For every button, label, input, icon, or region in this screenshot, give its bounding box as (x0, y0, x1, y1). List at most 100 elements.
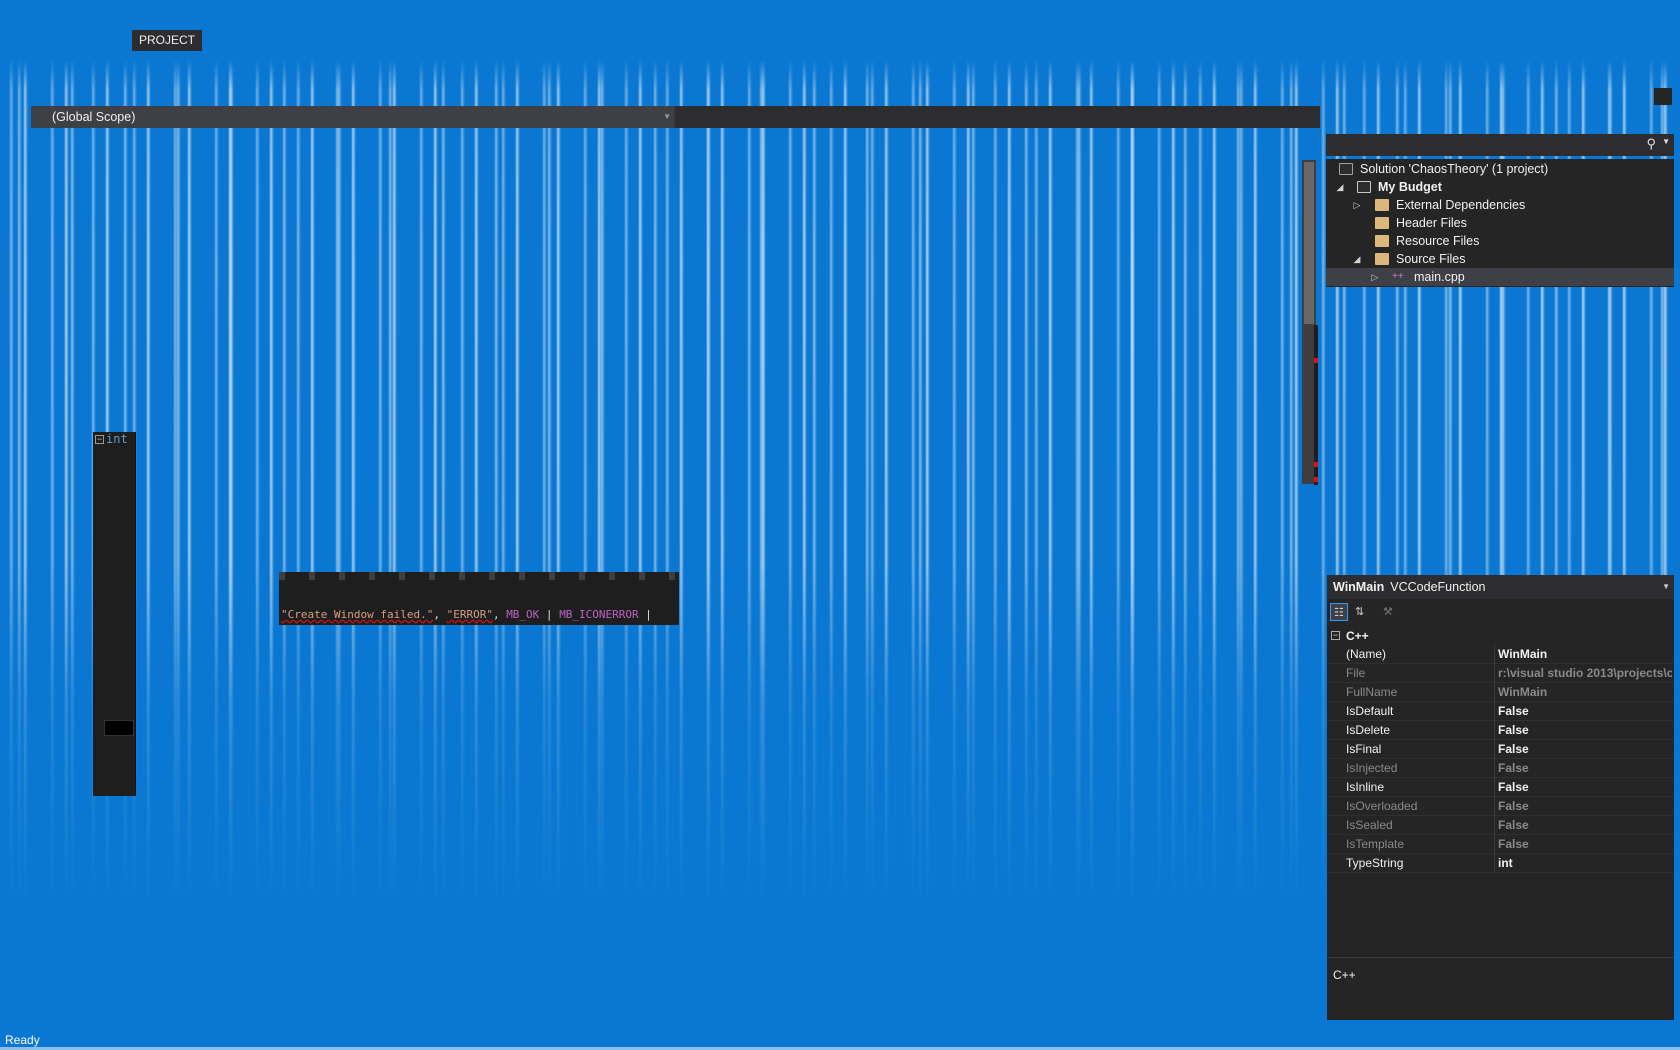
property-name: IsDefault (1346, 704, 1394, 718)
collapse-category-icon[interactable]: − (1331, 631, 1340, 640)
property-value[interactable]: False (1498, 740, 1672, 759)
property-divider (1494, 740, 1495, 759)
property-name: FullName (1346, 685, 1398, 699)
folder-icon (1375, 253, 1389, 265)
macro-token: MB_ICONERROR (559, 608, 639, 621)
properties-toolbar: ☷ ⇅ ⚒ (1327, 599, 1674, 625)
sort-alpha-icon: ⇅ (1355, 606, 1365, 618)
editor-scrollbar-thumb[interactable] (1304, 162, 1314, 324)
project-icon (1357, 181, 1371, 193)
error-marker[interactable] (1314, 358, 1318, 363)
collapse-outline-icon[interactable]: − (95, 435, 104, 444)
code-editor-fragment-left[interactable]: − int (93, 432, 136, 796)
code-separator: | (638, 608, 652, 621)
alphabetical-button[interactable]: ⇅ (1352, 603, 1370, 621)
property-divider (1494, 645, 1495, 664)
categorized-button[interactable]: ☷ (1330, 603, 1348, 621)
property-value[interactable]: False (1498, 759, 1672, 778)
window-control-button[interactable] (1654, 88, 1672, 105)
property-value[interactable]: False (1498, 797, 1672, 816)
property-name: IsOverloaded (1346, 799, 1418, 813)
property-divider (1494, 664, 1495, 683)
squiggle-line (279, 572, 679, 580)
property-row-typestring[interactable]: TypeString int (1327, 854, 1674, 873)
string-literal: "Create Window failed." (281, 608, 434, 621)
code-separator: , (492, 608, 507, 621)
property-row-isdelete[interactable]: IsDelete False (1327, 721, 1674, 740)
tree-item-label: main.cpp (1414, 270, 1465, 284)
tree-item-label: Source Files (1396, 252, 1466, 266)
expanded-triangle-icon[interactable]: ◢ (1335, 178, 1345, 196)
error-marker[interactable] (1314, 462, 1318, 467)
property-row-isinline[interactable]: IsInline False (1327, 778, 1674, 797)
property-row-file[interactable]: File r:\visual studio 2013\projects\c (1327, 664, 1674, 683)
property-divider (1494, 778, 1495, 797)
expanded-triangle-icon[interactable]: ◢ (1352, 250, 1362, 268)
solution-icon (1339, 163, 1353, 175)
scope-dropdown[interactable]: (Global Scope) ▼ (31, 106, 674, 128)
property-pages-button[interactable]: ⚒ (1380, 603, 1398, 621)
property-value[interactable]: False (1498, 702, 1672, 721)
property-name: File (1346, 666, 1366, 680)
code-editor-fragment-snippet[interactable]: "Create Window failed.", "ERROR", MB_OK … (279, 572, 679, 625)
property-divider (1494, 854, 1495, 873)
property-divider (1494, 835, 1495, 854)
collapsed-triangle-icon[interactable]: ▷ (1352, 196, 1362, 214)
property-row-name[interactable]: (Name) WinMain (1327, 645, 1674, 664)
solution-explorer-tree: Solution 'ChaosTheory' (1 project) ◢ My … (1326, 159, 1674, 287)
member-dropdown[interactable] (676, 106, 1320, 128)
property-value[interactable]: r:\visual studio 2013\projects\c (1498, 664, 1672, 683)
string-literal: "ERROR" (446, 608, 493, 621)
status-bar: Ready (0, 1030, 1680, 1050)
chevron-down-icon: ▼ (663, 112, 671, 121)
macro-token: MB_OK (506, 608, 540, 621)
property-row-isdefault[interactable]: IsDefault False (1327, 702, 1674, 721)
property-name: (Name) (1346, 647, 1387, 661)
code-selection-block (104, 720, 134, 736)
folder-icon (1375, 217, 1389, 229)
property-row-isoverloaded[interactable]: IsOverloaded False (1327, 797, 1674, 816)
properties-description-pane: C++ (1327, 957, 1674, 1021)
property-value[interactable]: False (1498, 721, 1672, 740)
property-category[interactable]: − C++ (1327, 627, 1674, 645)
solution-explorer-search[interactable]: ⚲ ▼ (1326, 134, 1674, 156)
property-name: IsTemplate (1346, 837, 1405, 851)
menu-project[interactable]: PROJECT (132, 30, 202, 51)
property-divider (1494, 797, 1495, 816)
keyword-int: int (106, 432, 128, 446)
property-name: IsSealed (1346, 818, 1393, 832)
search-icon[interactable]: ⚲ (1646, 136, 1656, 152)
property-value[interactable]: WinMain (1498, 645, 1672, 664)
property-row-isinjected[interactable]: IsInjected False (1327, 759, 1674, 778)
property-value[interactable]: WinMain (1498, 683, 1672, 702)
tree-item-label: Resource Files (1396, 234, 1480, 248)
properties-panel: WinMain VCCodeFunction ▼ ☷ ⇅ ⚒ − C++ (Nam… (1327, 575, 1674, 1020)
property-row-issealed[interactable]: IsSealed False (1327, 816, 1674, 835)
folder-icon (1375, 235, 1389, 247)
properties-object-name: WinMain (1333, 580, 1385, 594)
navigation-bar: (Global Scope) ▼ (31, 106, 1320, 128)
property-divider (1494, 702, 1495, 721)
code-separator: , (433, 608, 447, 621)
property-value[interactable]: False (1498, 816, 1672, 835)
properties-object-type: VCCodeFunction (1390, 580, 1486, 594)
property-row-istemplate[interactable]: IsTemplate False (1327, 835, 1674, 854)
property-row-isfinal[interactable]: IsFinal False (1327, 740, 1674, 759)
code-separator: | (539, 608, 560, 621)
property-name: IsInline (1346, 780, 1385, 794)
chevron-down-icon[interactable]: ▼ (1662, 137, 1670, 146)
tree-item-label: Header Files (1396, 216, 1467, 230)
tree-item-main-cpp[interactable]: ▷ ++ main.cpp (1326, 268, 1674, 286)
category-label: C++ (1346, 629, 1369, 643)
property-row-fullname[interactable]: FullName WinMain (1327, 683, 1674, 702)
scope-dropdown-value: (Global Scope) (52, 110, 136, 124)
error-marker[interactable] (1314, 477, 1318, 482)
property-value[interactable]: int (1498, 854, 1672, 873)
properties-object-selector[interactable]: WinMain VCCodeFunction ▼ (1327, 575, 1674, 599)
description-text: C++ (1333, 968, 1356, 982)
property-value[interactable]: False (1498, 835, 1672, 854)
chevron-down-icon[interactable]: ▼ (1662, 575, 1670, 599)
property-value[interactable]: False (1498, 778, 1672, 797)
tree-item-label: My Budget (1378, 180, 1442, 194)
collapsed-triangle-icon[interactable]: ▷ (1370, 268, 1380, 286)
